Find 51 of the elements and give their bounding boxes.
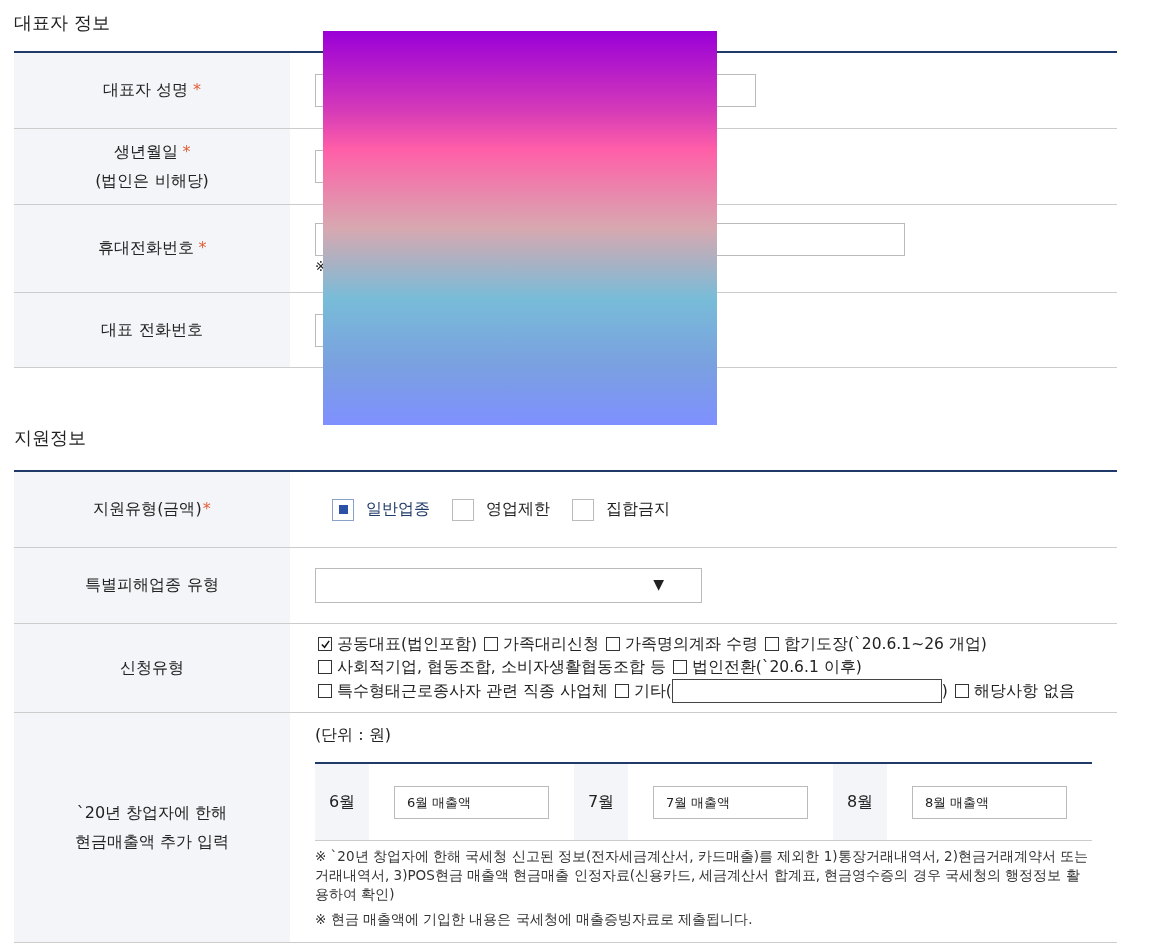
input-field[interactable]: [671, 679, 942, 703]
field-label: `20년 창업자에 한해: [76, 802, 228, 824]
checkbox-label[interactable]: 영업제한: [486, 499, 550, 520]
checkbox-label[interactable]: 해당사항 없음: [973, 680, 1075, 702]
field-label: 신청유형: [120, 657, 184, 679]
checkbox-label[interactable]: 공동대표(법인포함): [337, 633, 478, 655]
checkbox-label[interactable]: 사회적기업, 협동조합, 소비자생활협동조합 등: [337, 656, 666, 678]
checkbox[interactable]: [332, 498, 354, 521]
field-label: 현금매출액 추가 입력: [74, 831, 230, 853]
field-label: 휴대전화번호: [97, 238, 194, 257]
checkbox-label[interactable]: 가족대리신청: [503, 633, 600, 655]
note-text: ※ 현금 매출액에 기입한 내용은 국세청에 매출증빙자료로 제출됩니다.: [315, 910, 754, 929]
field-label: 생년월일: [113, 141, 178, 161]
dropdown[interactable]: ▼: [315, 568, 702, 603]
note-text: ※ `20년 창업자에 한해 국세청 신고된 정보(전자세금계산서, 카드매출)를 제외한 1)통장거래내역서, 2)현금거래계약서 또는 거래내역서, 3)POS현금 매출액 현금매출 인정자료(신용카드, 세금계산서 합계표, 현금영수증의 경우 국세청의 행정정보 활용하여 확인): [315, 847, 1090, 904]
month-cell: 6월: [315, 764, 369, 840]
checkbox[interactable]: [572, 498, 594, 521]
sales-input[interactable]: 6월 매출액: [394, 785, 549, 819]
field-sublabel: (법인은 비해당): [95, 170, 209, 192]
checkbox[interactable]: [484, 637, 499, 651]
checkbox[interactable]: [318, 684, 332, 698]
sales-input[interactable]: 8월 매출액: [912, 785, 1067, 819]
required-mark: *: [202, 499, 211, 518]
field-label: 지원유형(금액): [93, 499, 202, 518]
checkbox[interactable]: [452, 498, 474, 521]
checkbox-label[interactable]: 특수형태근로종사자 관련 직종 사업체: [337, 680, 608, 702]
checkbox-label[interactable]: 법인전환(`20.6.1 이후): [691, 656, 862, 678]
checkbox-label[interactable]: 가족명의계좌 수령: [625, 633, 759, 655]
checkbox[interactable]: [672, 660, 687, 674]
checkbox-label[interactable]: 집합금지: [606, 499, 670, 520]
required-mark: *: [198, 238, 207, 257]
input-field-edge[interactable]: [717, 222, 905, 256]
checkbox[interactable]: [606, 637, 621, 651]
field-label: 대표 전화번호: [101, 319, 203, 339]
parenthesis-text: ): [941, 681, 948, 702]
required-mark: *: [182, 141, 191, 161]
field-label: 대표자 성명: [102, 80, 189, 99]
month-cell: 8월: [833, 764, 887, 840]
sales-input[interactable]: 7월 매출액: [653, 785, 808, 819]
checkbox[interactable]: [614, 684, 629, 698]
checkbox[interactable]: [318, 660, 332, 674]
checkbox[interactable]: [765, 637, 780, 651]
checkbox[interactable]: [954, 684, 969, 698]
checkbox[interactable]: [318, 637, 332, 651]
unit-text: (단위 : 원): [315, 725, 392, 746]
checkbox-label[interactable]: 일반업종: [366, 499, 430, 520]
checkbox-label[interactable]: 합기도장(`20.6.1~26 개업): [784, 633, 987, 655]
field-label: 특별피해업종 유형: [85, 575, 219, 596]
checkbox-label[interactable]: 기타(: [633, 680, 672, 702]
required-mark: *: [193, 80, 202, 99]
month-cell: 7월: [574, 764, 628, 840]
